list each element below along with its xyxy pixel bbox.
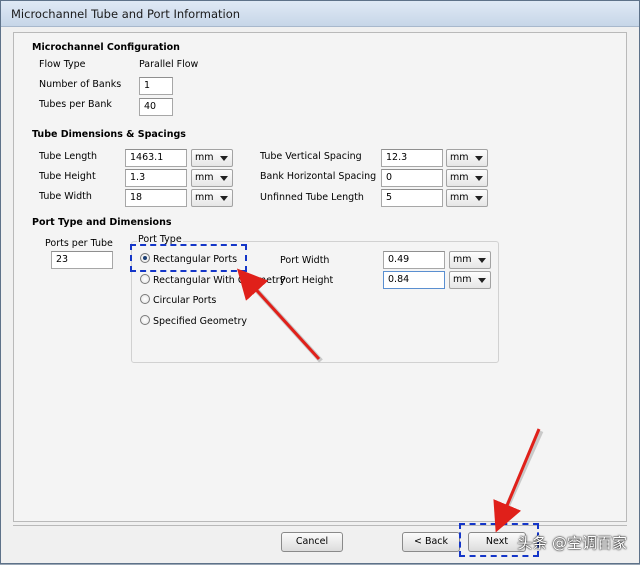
dialog-window: Microchannel Tube and Port Information M… (0, 0, 640, 564)
watermark: 头条 @空调百家 (517, 534, 627, 552)
red-arrow-icon (236, 268, 321, 361)
red-arrow-icon (493, 428, 541, 533)
annotation-arrows (236, 268, 544, 533)
